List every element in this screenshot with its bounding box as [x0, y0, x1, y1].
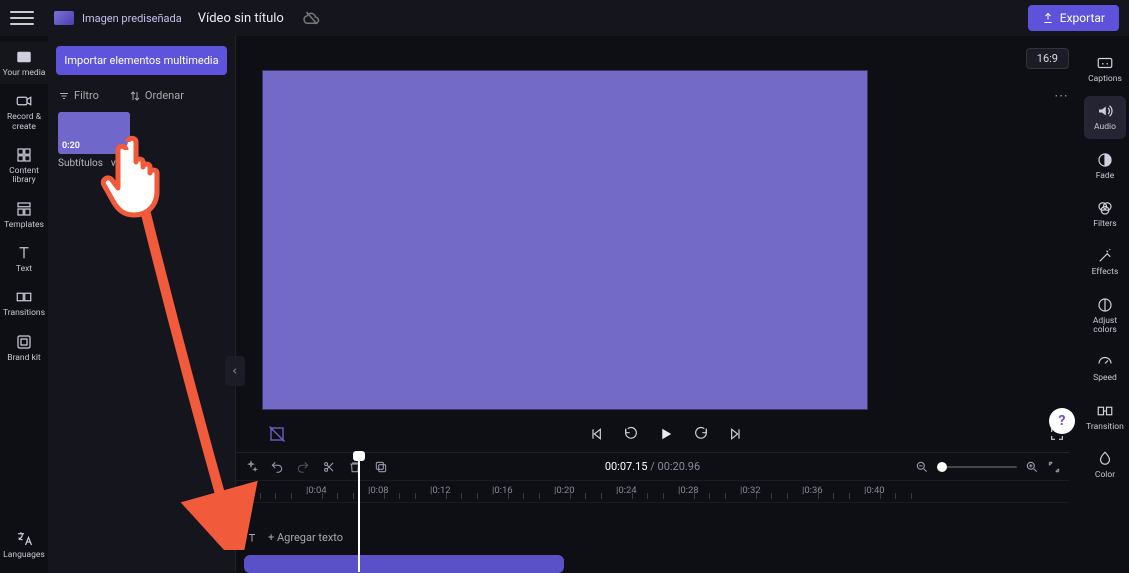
timeline-ruler[interactable]: | 0 | 0:04 | 0:08 | 0:12 | 0:16 | 0:20 | 0:24 |…: [236, 481, 1069, 503]
topbar: Imagen prediseñada Vídeo sin título Expo…: [0, 0, 1129, 36]
help-button[interactable]: ?: [1049, 408, 1075, 434]
camera-icon: [15, 92, 33, 110]
filter-button[interactable]: Filtro: [58, 89, 99, 102]
ruler-tick: | 0:16: [492, 485, 513, 496]
step-back-button[interactable]: [623, 426, 639, 442]
color-icon: [1096, 450, 1114, 468]
ruler-tick: | 0:32: [740, 485, 761, 496]
sidebar-item-languages[interactable]: Languages: [0, 524, 48, 566]
library-icon: [15, 146, 33, 164]
collapse-panel-button[interactable]: [225, 356, 245, 386]
redo-button[interactable]: [296, 460, 310, 474]
templates-icon: [15, 200, 33, 218]
ruler-tick: | 0:28: [678, 485, 699, 496]
duplicate-button[interactable]: [374, 460, 388, 474]
chevron-left-icon: [231, 366, 239, 376]
menu-button[interactable]: [10, 6, 34, 30]
ruler-tick: | 0:36: [802, 485, 823, 496]
text-icon: [15, 244, 33, 262]
sidebar-item-speed[interactable]: Speed: [1081, 347, 1129, 389]
cloud-sync-icon: [302, 9, 320, 27]
media-icon: [15, 48, 33, 66]
zoom-slider[interactable]: [937, 466, 1017, 468]
sidebar-item-audio[interactable]: Audio: [1084, 96, 1126, 138]
project-title[interactable]: Vídeo sin título: [198, 11, 284, 26]
clip-duration: 0:20: [62, 141, 80, 151]
media-panel: Importar elementos multimedia Filtro Ord…: [48, 36, 236, 572]
media-thumbnail[interactable]: 0:20: [58, 112, 130, 154]
sidebar-item-adjust-colors[interactable]: Adjust colors: [1081, 290, 1129, 342]
timeline: 00:07.15 / 00:20.96 | 0 | 0:04 | 0:08 | 0:1…: [236, 452, 1069, 572]
sidebar-item-your-media[interactable]: Your media: [0, 42, 48, 84]
play-button[interactable]: [657, 425, 675, 443]
zoom-controls: [915, 460, 1061, 474]
sidebar-item-fade[interactable]: Fade: [1081, 145, 1129, 187]
magic-button[interactable]: [244, 460, 258, 474]
media-toolbar: Filtro Ordenar: [48, 85, 235, 106]
zoom-in-button[interactable]: [1025, 460, 1039, 474]
export-button[interactable]: Exportar: [1028, 5, 1119, 31]
sidebar-item-text[interactable]: Text: [0, 238, 48, 280]
sidebar-item-brand-kit[interactable]: Brand kit: [0, 327, 48, 369]
ruler-tick: | 0:20: [554, 485, 575, 496]
canvas-more-button[interactable]: ⋯: [1054, 88, 1069, 104]
ruler-tick: | 0:04: [306, 485, 327, 496]
left-rail: Your media Record & create Content libra…: [0, 36, 48, 572]
fit-button[interactable]: [1047, 460, 1061, 474]
zoom-out-button[interactable]: [915, 460, 929, 474]
captions-icon: [1096, 54, 1114, 72]
audio-icon: [1096, 102, 1114, 120]
upload-icon: [1042, 12, 1054, 24]
adjust-icon: [1096, 296, 1114, 314]
transitions-icon: [15, 288, 33, 306]
ruler-tick: | 0:12: [430, 485, 451, 496]
skip-start-button[interactable]: [589, 426, 605, 442]
export-label: Exportar: [1060, 11, 1105, 25]
sidebar-item-color[interactable]: Color: [1081, 444, 1129, 486]
time-display: 00:07.15 / 00:20.96: [605, 460, 700, 473]
timeline-body[interactable]: + Agregar texto: [236, 503, 1069, 565]
sidebar-item-effects[interactable]: Effects: [1081, 241, 1129, 283]
undo-button[interactable]: [270, 460, 284, 474]
sidebar-item-captions[interactable]: Captions: [1081, 48, 1129, 90]
sidebar-item-templates[interactable]: Templates: [0, 194, 48, 236]
text-icon: [246, 532, 258, 544]
preview-canvas[interactable]: [262, 70, 868, 410]
sidebar-item-transition[interactable]: Transition: [1081, 396, 1129, 438]
filters-icon: [1096, 199, 1114, 217]
thumbnail-caption: Subtítulos vi...: [58, 158, 225, 169]
languages-icon: [15, 530, 33, 548]
filter-icon: [58, 90, 70, 102]
ruler-tick: | 0:08: [368, 485, 389, 496]
sidebar-item-filters[interactable]: Filters: [1081, 193, 1129, 235]
ruler-tick: | 0:40: [864, 485, 885, 496]
step-forward-button[interactable]: [693, 426, 709, 442]
brandkit-icon: [15, 333, 33, 351]
aspect-ratio-chip[interactable]: 16:9: [1026, 48, 1069, 69]
ruler-tick: | 0: [244, 485, 252, 496]
project-info: Imagen prediseñada Vídeo sin título: [54, 11, 284, 26]
project-icon: [54, 11, 74, 25]
sort-icon: [129, 90, 141, 102]
ruler-tick: | 0:24: [616, 485, 637, 496]
timeline-clip[interactable]: [244, 555, 564, 573]
transport-bar: ?: [262, 416, 1069, 452]
import-media-button[interactable]: Importar elementos multimedia: [56, 46, 227, 75]
effects-icon: [1096, 247, 1114, 265]
sidebar-item-transitions[interactable]: Transitions: [0, 282, 48, 324]
sort-button[interactable]: Ordenar: [129, 89, 184, 102]
stage-area: 16:9 ⋯: [262, 48, 1069, 410]
sidebar-item-record-create[interactable]: Record & create: [0, 86, 48, 138]
speed-icon: [1096, 353, 1114, 371]
skip-end-button[interactable]: [727, 426, 743, 442]
sidebar-item-content-library[interactable]: Content library: [0, 140, 48, 192]
add-text-row[interactable]: + Agregar texto: [246, 531, 343, 544]
safe-zone-toggle[interactable]: [268, 425, 286, 443]
split-button[interactable]: [322, 460, 336, 474]
fade-icon: [1096, 151, 1114, 169]
transition-icon: [1096, 402, 1114, 420]
project-type: Imagen prediseñada: [82, 12, 182, 25]
right-rail: Captions Audio Fade Filters Effects Adju…: [1081, 36, 1129, 572]
